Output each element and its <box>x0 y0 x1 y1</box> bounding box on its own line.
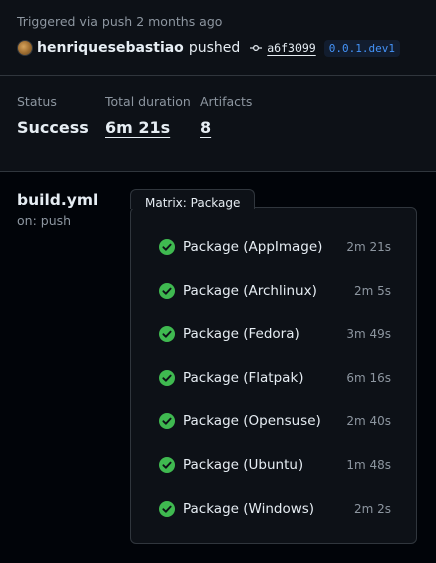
status-value: Success <box>17 118 89 137</box>
check-circle-fill-icon <box>159 369 175 386</box>
trigger-text: Triggered via push 2 months ago <box>17 14 223 29</box>
job-name: Package (Flatpak) <box>183 369 304 386</box>
commit-sha-link[interactable]: a6f3099 <box>267 41 315 55</box>
workflow-trigger: on: push <box>17 213 72 228</box>
job-name: Package (Archlinux) <box>183 282 317 299</box>
run-summary: Triggered via push 2 months ago henrique… <box>0 0 436 172</box>
push-action-text: pushed <box>188 40 241 56</box>
job-name: Package (Fedora) <box>183 326 300 343</box>
job-duration: 2m 5s <box>353 283 391 298</box>
duration-label: Total duration <box>105 94 191 109</box>
git-commit-icon <box>250 42 263 54</box>
branch-tag-badge[interactable]: 0.0.1.dev1 <box>323 39 400 57</box>
check-circle-fill-icon <box>159 326 175 343</box>
job-duration: 2m 21s <box>346 240 391 254</box>
push-info: henriquesebastiao pushed a6f3099 0.0.1.d… <box>17 38 400 58</box>
matrix-job-row[interactable]: Package (Fedora) 3m 49s <box>159 324 391 344</box>
job-duration: 3m 49s <box>346 327 391 342</box>
matrix-job-row[interactable]: Package (Opensuse) 2m 40s <box>159 411 391 431</box>
check-circle-fill-icon <box>159 239 175 255</box>
duration-stat: Total duration 6m 21s <box>105 94 191 137</box>
matrix-job-row[interactable]: Package (Archlinux) 2m 5s <box>159 281 391 301</box>
matrix-title: Matrix: Package <box>130 189 256 210</box>
status-stat: Status Success <box>17 94 89 137</box>
divider <box>0 75 436 76</box>
username-link[interactable]: henriquesebastiao <box>37 40 184 56</box>
job-duration: 1m 48s <box>346 458 391 472</box>
check-circle-fill-icon <box>159 457 175 473</box>
matrix-job-row[interactable]: Package (Ubuntu) 1m 48s <box>159 455 391 475</box>
matrix-job-row[interactable]: Package (Flatpak) 6m 16s <box>159 368 391 388</box>
check-circle-fill-icon <box>159 282 175 299</box>
job-duration: 6m 16s <box>346 370 391 385</box>
job-name: Package (Opensuse) <box>183 413 321 430</box>
job-name: Package (Ubuntu) <box>183 457 304 473</box>
check-circle-fill-icon <box>159 413 175 430</box>
check-circle-fill-icon <box>159 500 175 517</box>
artifacts-link[interactable]: 8 <box>200 118 252 137</box>
matrix-job-row[interactable]: Package (AppImage) 2m 21s <box>159 237 391 257</box>
workflow-file-name: build.yml <box>17 191 99 209</box>
duration-link[interactable]: 6m 21s <box>105 118 191 137</box>
matrix-job-row[interactable]: Package (Windows) 2m 2s <box>159 499 391 519</box>
job-duration: 2m 2s <box>353 501 391 516</box>
job-duration: 2m 40s <box>346 414 391 429</box>
status-label: Status <box>17 94 57 109</box>
artifacts-stat: Artifacts 8 <box>200 94 252 137</box>
avatar[interactable] <box>17 40 33 56</box>
job-name: Package (AppImage) <box>183 239 323 255</box>
artifacts-label: Artifacts <box>200 94 253 109</box>
matrix-panel: Package (AppImage) 2m 21s Package (Archlin… <box>130 207 417 544</box>
job-name: Package (Windows) <box>183 500 315 517</box>
